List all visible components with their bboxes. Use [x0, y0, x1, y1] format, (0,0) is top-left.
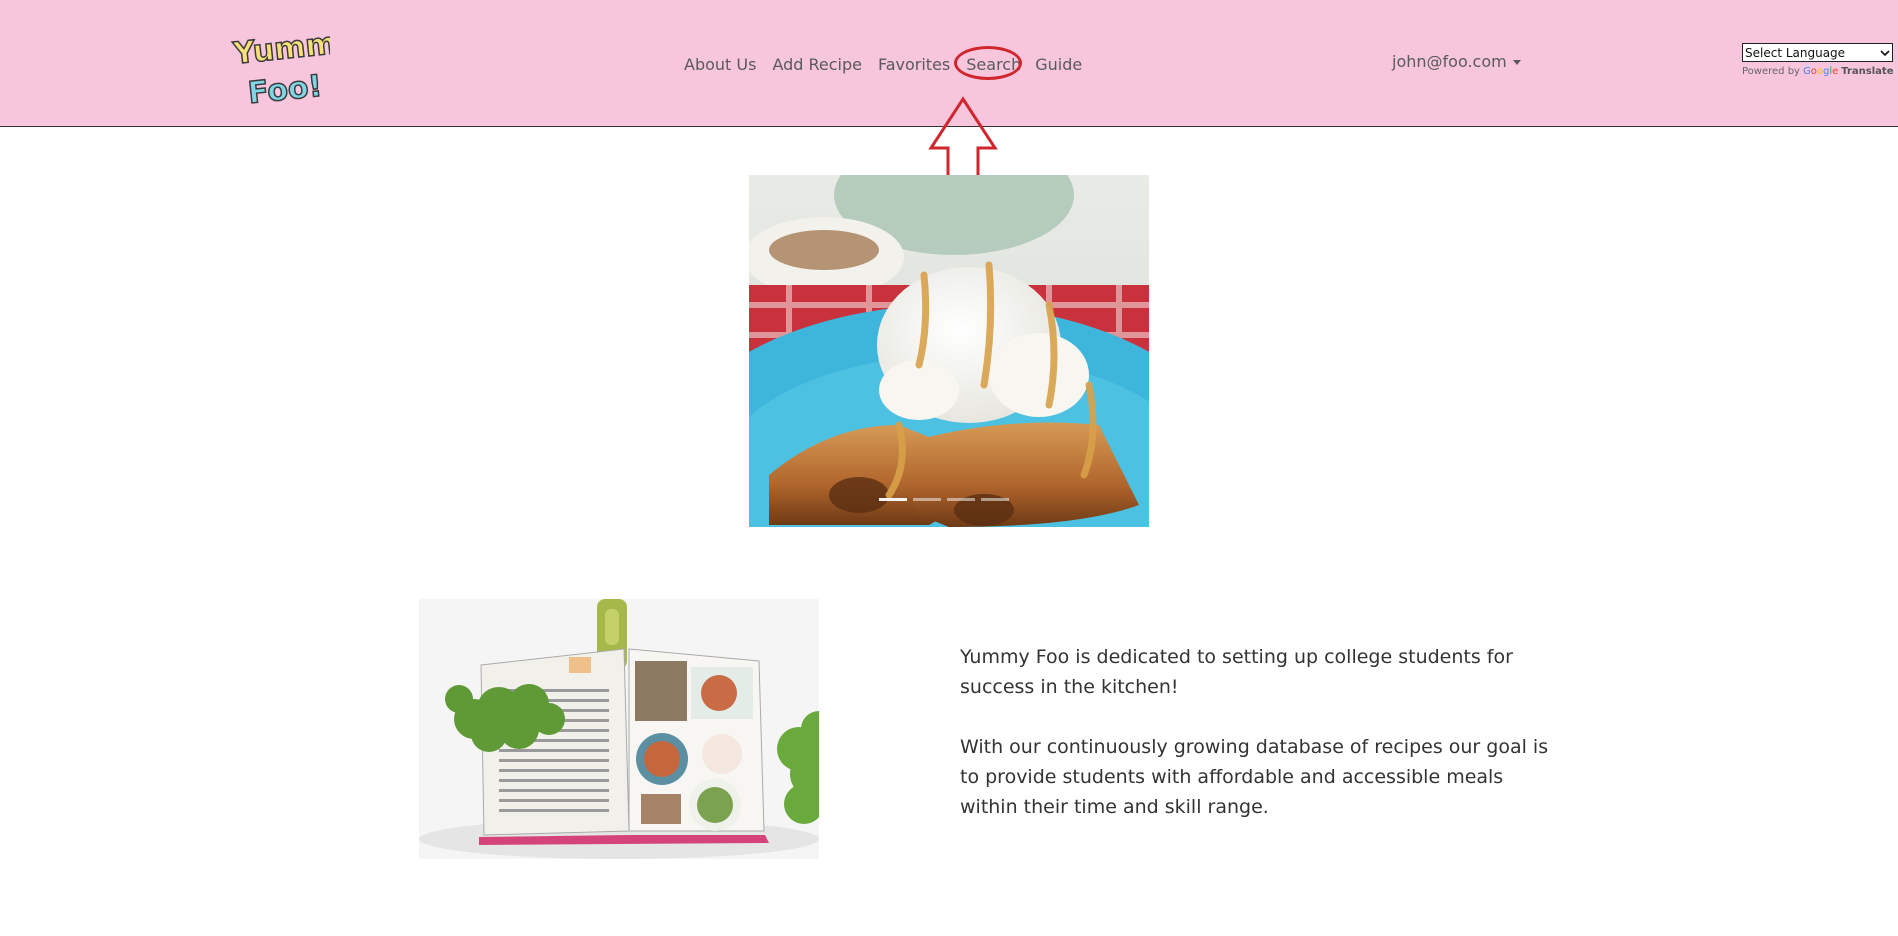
nav-favorites[interactable]: Favorites [878, 55, 950, 74]
carousel-indicator[interactable] [947, 498, 975, 501]
search-highlight-circle [954, 45, 1023, 80]
user-dropdown[interactable]: john@foo.com [1392, 52, 1521, 71]
chevron-down-icon [1880, 49, 1890, 56]
about-paragraph-1: Yummy Foo is dedicated to setting up col… [960, 646, 1513, 698]
about-section: Yummy Foo is dedicated to setting up col… [960, 642, 1560, 852]
caret-down-icon [1512, 60, 1521, 65]
about-paragraph-2: With our continuously growing database o… [960, 736, 1549, 818]
nav-links: About Us Add Recipe Favorites Search Gui… [684, 45, 1082, 80]
translate-link[interactable]: Translate [1841, 66, 1893, 77]
svg-text:Yummy: Yummy [231, 26, 330, 72]
carousel-indicator[interactable] [913, 498, 941, 501]
powered-by-google: Powered by Google Translate [1742, 66, 1894, 77]
cookbook-image [419, 599, 819, 859]
carousel-indicators [879, 498, 1009, 501]
nav-about-us[interactable]: About Us [684, 55, 756, 74]
recipe-carousel[interactable] [749, 175, 1149, 527]
nav-guide[interactable]: Guide [1035, 55, 1082, 74]
carousel-slide-image [749, 175, 1149, 527]
nav-search[interactable]: Search [954, 45, 1023, 80]
powered-by-text: Powered by [1742, 66, 1800, 77]
nav-add-recipe[interactable]: Add Recipe [772, 55, 862, 74]
google-translate-widget: Select Language Powered by Google Transl… [1742, 43, 1894, 77]
google-logo-text: Google [1802, 66, 1839, 77]
carousel-indicator[interactable] [981, 498, 1009, 501]
carousel-indicator[interactable] [879, 498, 907, 501]
svg-text:Foo!: Foo! [246, 69, 323, 110]
language-select[interactable]: Select Language [1742, 43, 1893, 62]
brand-logo[interactable]: Yummy Foo! [230, 23, 359, 112]
language-select-value: Select Language [1745, 45, 1846, 60]
user-email: john@foo.com [1392, 52, 1507, 71]
